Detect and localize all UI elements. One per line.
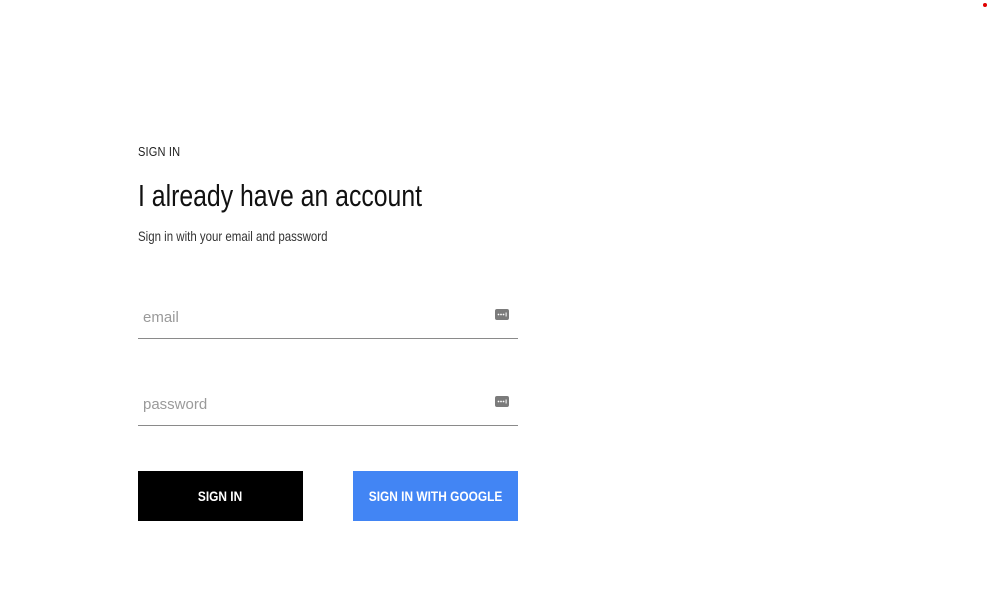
password-manager-key-icon[interactable] xyxy=(495,396,509,407)
sign-in-with-google-button-label: SIGN IN WITH GOOGLE xyxy=(368,488,503,504)
sign-in-with-google-button[interactable]: SIGN IN WITH GOOGLE xyxy=(353,471,518,521)
password-field-container xyxy=(138,385,518,426)
action-buttons: SIGN IN SIGN IN WITH GOOGLE xyxy=(138,471,518,521)
password-input[interactable] xyxy=(138,385,483,423)
page-subtitle: Sign in with your email and password xyxy=(138,228,328,244)
page: SIGN IN I already have an account Sign i… xyxy=(0,0,990,601)
email-input[interactable] xyxy=(138,298,483,336)
section-label: SIGN IN xyxy=(138,144,181,159)
sign-in-button-label: SIGN IN xyxy=(198,488,243,504)
sign-in-button[interactable]: SIGN IN xyxy=(138,471,303,521)
email-field-container xyxy=(138,298,518,339)
password-manager-key-icon[interactable] xyxy=(495,309,509,320)
status-indicator-dot xyxy=(983,3,987,7)
sign-in-panel: SIGN IN I already have an account Sign i… xyxy=(138,140,518,521)
page-title: I already have an account xyxy=(138,178,423,213)
